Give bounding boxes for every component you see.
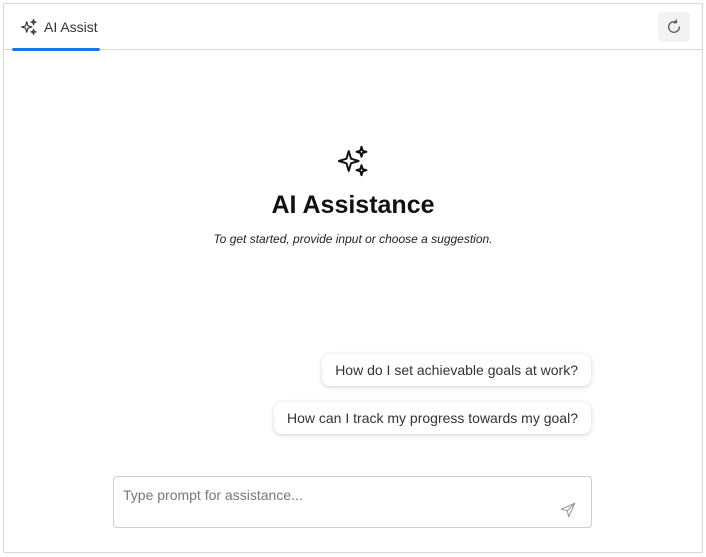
suggestion-chip[interactable]: How can I track my progress towards my g…	[274, 402, 591, 434]
send-icon	[560, 502, 576, 518]
tab-ai-assist[interactable]: AI Assist	[12, 4, 100, 51]
active-tab-indicator	[12, 48, 100, 51]
panel-header: AI Assist	[4, 4, 702, 51]
welcome-title: AI Assistance	[271, 191, 435, 219]
prompt-input[interactable]	[123, 485, 543, 505]
welcome-section: AI Assistance To get started, provide in…	[4, 144, 702, 246]
sparkle-icon	[20, 18, 38, 36]
send-button[interactable]	[559, 501, 577, 519]
prompt-box	[113, 476, 592, 528]
welcome-subtitle: To get started, provide input or choose …	[213, 232, 493, 246]
ai-assist-panel: AI Assist AI Assistance To get started, …	[3, 3, 703, 553]
sparkle-icon	[336, 144, 370, 178]
suggestion-chip[interactable]: How do I set achievable goals at work?	[322, 354, 591, 386]
refresh-button[interactable]	[658, 12, 690, 42]
refresh-icon	[668, 19, 680, 33]
tab-label: AI Assist	[44, 19, 98, 35]
